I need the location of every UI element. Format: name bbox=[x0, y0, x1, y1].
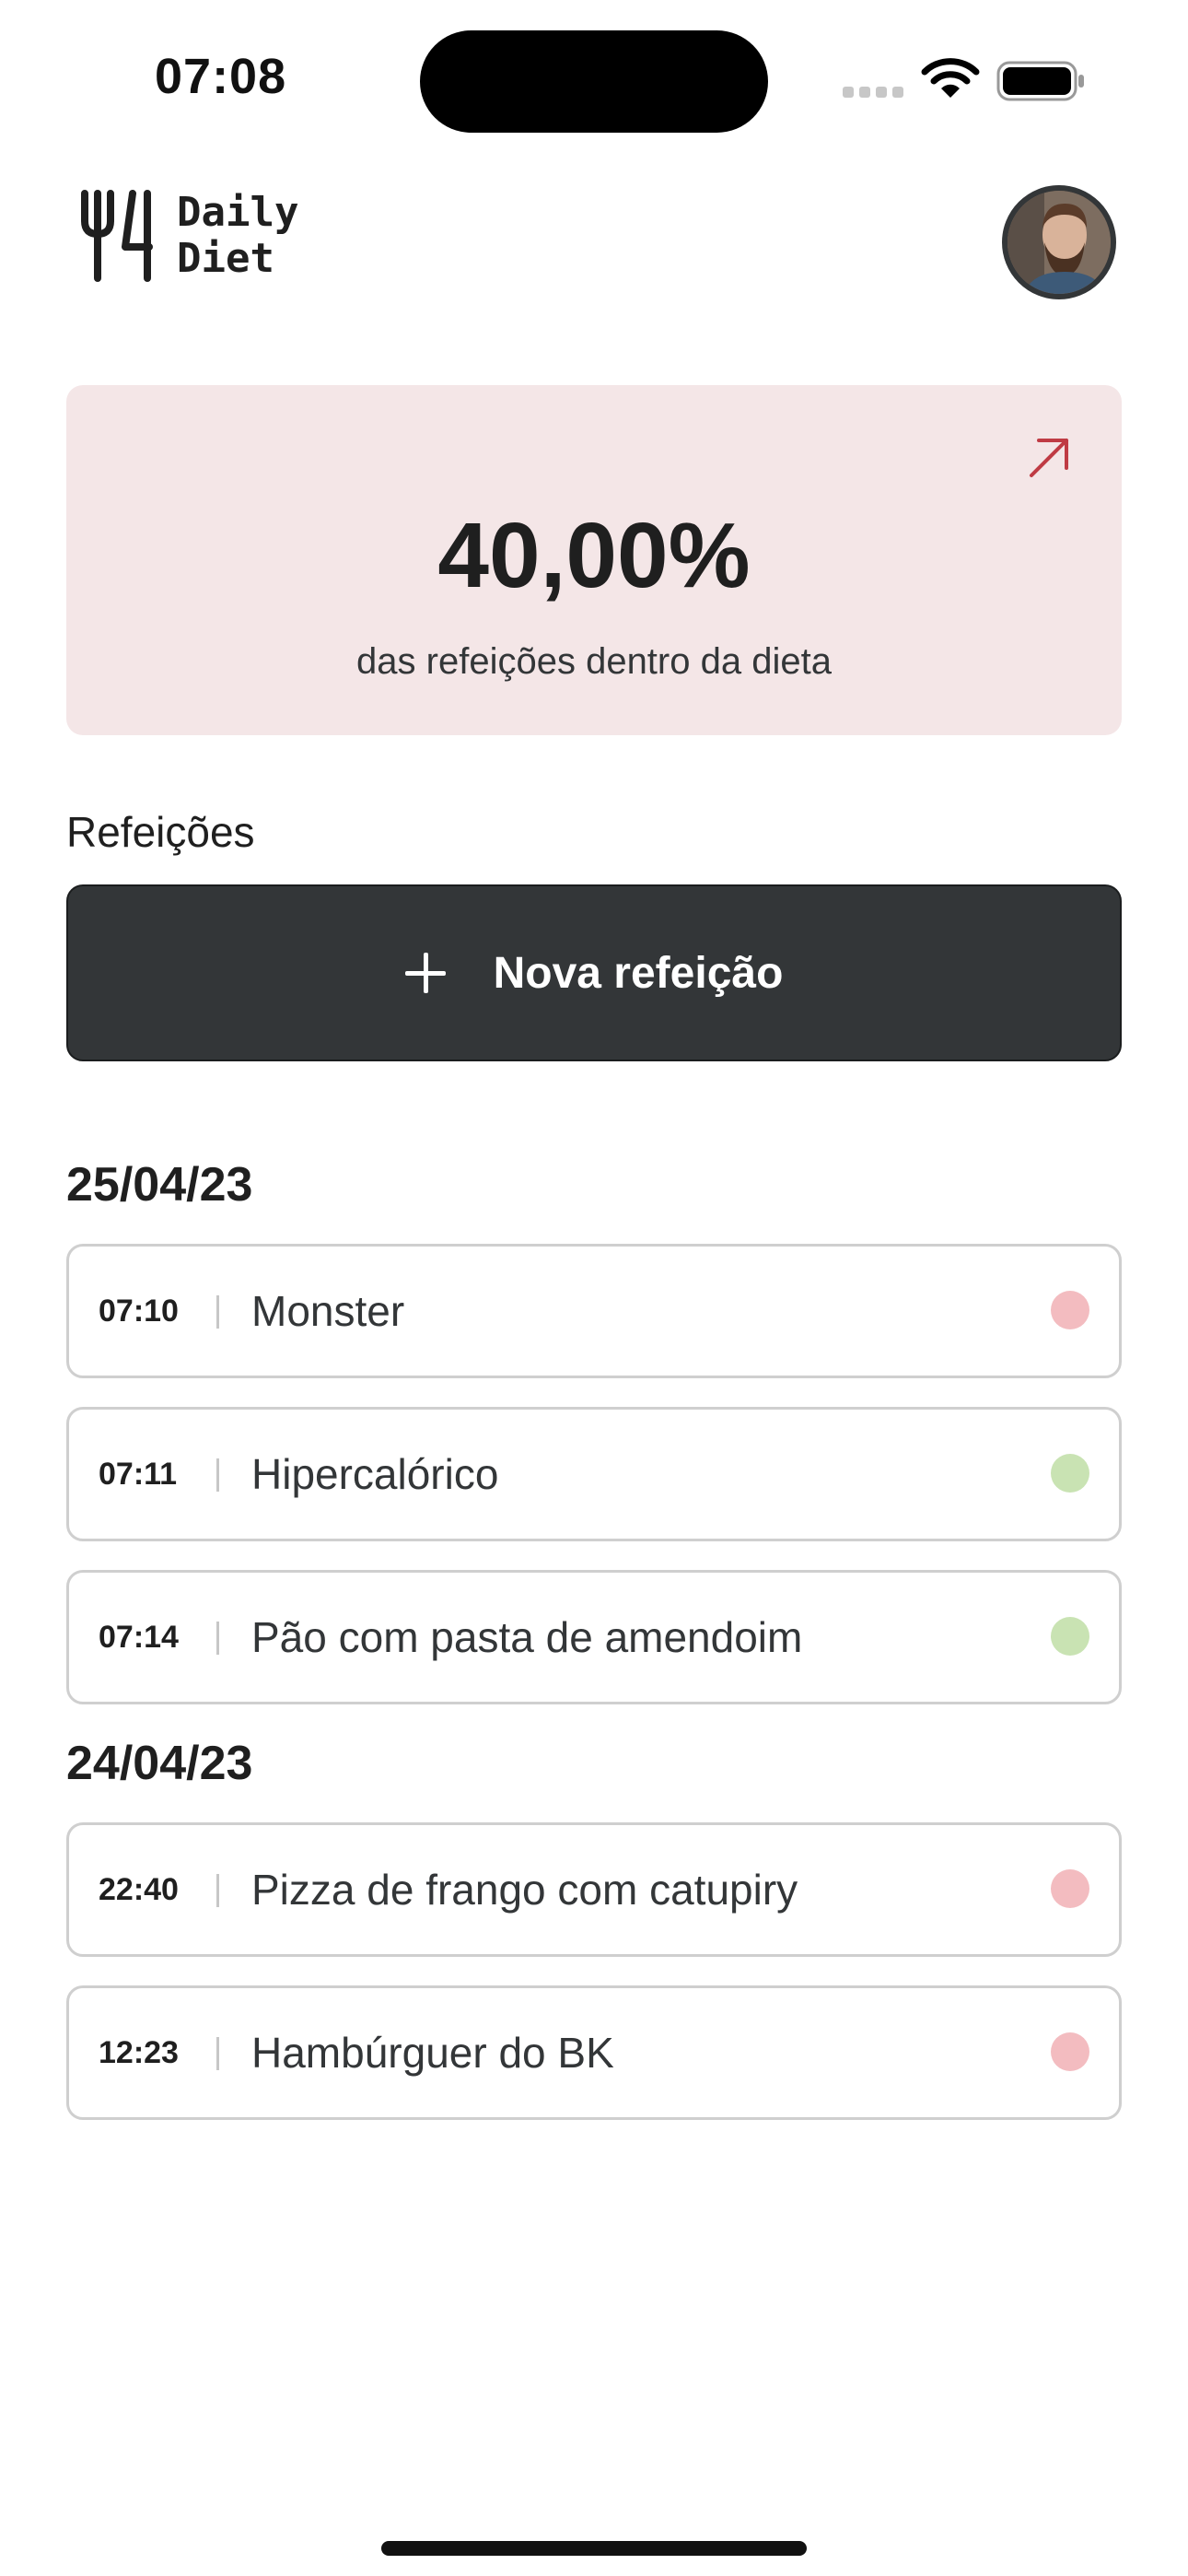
new-meal-button[interactable]: Nova refeição bbox=[66, 884, 1122, 1061]
app-header: Daily Diet bbox=[0, 175, 1188, 322]
avatar[interactable] bbox=[1002, 185, 1116, 299]
logo-line-2: Diet bbox=[177, 235, 274, 282]
diet-status-dot bbox=[1051, 1291, 1089, 1329]
arrow-up-right-icon[interactable] bbox=[1028, 437, 1070, 479]
user-photo bbox=[1007, 191, 1111, 294]
meal-item[interactable]: 22:40 Pizza de frango com catupiry bbox=[66, 1822, 1122, 1957]
logo-line-1: Daily bbox=[177, 189, 299, 236]
meal-item[interactable]: 12:23 Hambúrguer do BK bbox=[66, 1985, 1122, 2120]
separator bbox=[216, 1458, 219, 1492]
battery-icon bbox=[996, 61, 1084, 101]
home-indicator[interactable] bbox=[381, 2541, 807, 2556]
diet-status-dot bbox=[1051, 2032, 1089, 2071]
logo-text: Daily Diet bbox=[177, 190, 298, 282]
day-header: 24/04/23 bbox=[66, 1737, 253, 1790]
diet-status-dot bbox=[1051, 1617, 1089, 1656]
fork-knife-icon bbox=[81, 190, 153, 282]
separator bbox=[216, 1295, 219, 1329]
meal-name: Hipercalórico bbox=[251, 1450, 499, 1498]
status-bar: 07:08 bbox=[0, 0, 1188, 147]
meal-item[interactable]: 07:14 Pão com pasta de amendoim bbox=[66, 1570, 1122, 1704]
diet-status-dot bbox=[1051, 1869, 1089, 1908]
meal-time: 12:23 bbox=[99, 2035, 179, 2070]
meal-time: 07:14 bbox=[99, 1620, 179, 1655]
meal-name: Monster bbox=[251, 1287, 405, 1335]
meals-section-title: Refeições bbox=[66, 808, 255, 856]
day-header: 25/04/23 bbox=[66, 1158, 253, 1212]
separator bbox=[216, 2037, 219, 2070]
meal-name: Hambúrguer do BK bbox=[251, 2029, 614, 2077]
meal-time: 07:10 bbox=[99, 1294, 179, 1329]
diet-stats-card[interactable]: 40,00% das refeições dentro da dieta bbox=[66, 385, 1122, 735]
status-time: 07:08 bbox=[155, 49, 287, 104]
separator bbox=[216, 1622, 219, 1655]
new-meal-label: Nova refeição bbox=[493, 948, 784, 998]
meal-item[interactable]: 07:10 Monster bbox=[66, 1244, 1122, 1378]
meal-item[interactable]: 07:11 Hipercalórico bbox=[66, 1407, 1122, 1541]
diet-status-dot bbox=[1051, 1454, 1089, 1493]
meal-time: 22:40 bbox=[99, 1872, 179, 1907]
meal-time: 07:11 bbox=[99, 1457, 178, 1492]
separator bbox=[216, 1874, 219, 1907]
diet-percentage-label: das refeições dentro da dieta bbox=[356, 641, 832, 682]
wifi-icon bbox=[921, 58, 980, 98]
meal-name: Pão com pasta de amendoim bbox=[251, 1613, 803, 1661]
cellular-signal-icon bbox=[843, 87, 903, 98]
dynamic-island bbox=[420, 30, 768, 133]
app-logo: Daily Diet bbox=[79, 190, 298, 282]
plus-icon bbox=[404, 953, 446, 993]
meal-name: Pizza de frango com catupiry bbox=[251, 1866, 798, 1914]
diet-percentage: 40,00% bbox=[437, 504, 751, 607]
